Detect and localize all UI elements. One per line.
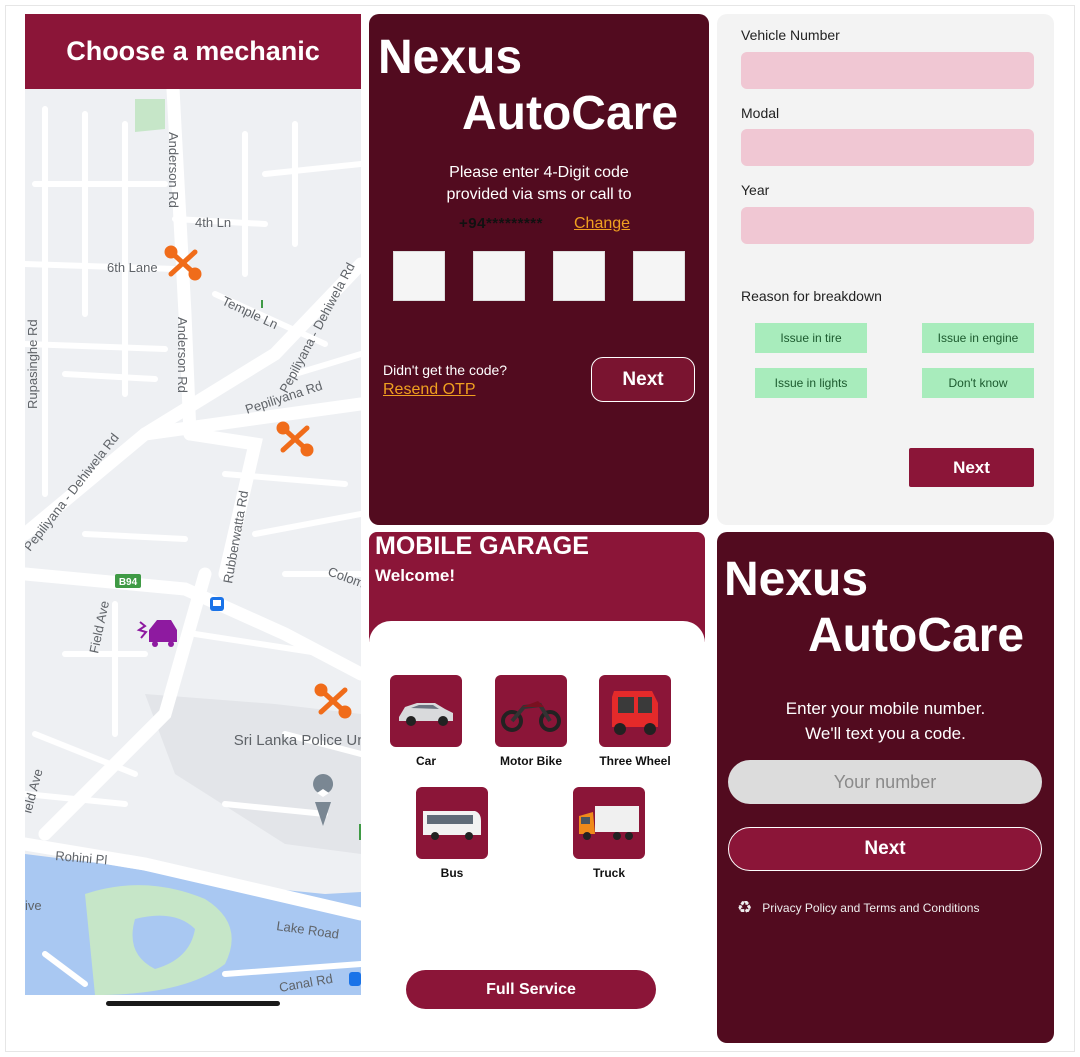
street-label: Rupasinghe Rd (25, 319, 40, 409)
street-label: 4th Ln (195, 215, 231, 230)
otp-digit-4[interactable] (633, 251, 685, 301)
motorbike-icon (501, 701, 561, 732)
privacy-text: Privacy Policy and Terms and Conditions (762, 901, 980, 915)
brand-name-line1: Nexus (724, 553, 869, 606)
otp-digit-1[interactable] (393, 251, 445, 301)
vehicle-tile-three-wheel[interactable] (599, 675, 671, 747)
welcome-text: Welcome! (375, 566, 455, 585)
truck-icon (579, 806, 639, 840)
full-service-button[interactable]: Full Service (406, 970, 656, 1009)
year-input[interactable] (741, 207, 1034, 244)
form-next-button[interactable]: Next (909, 448, 1034, 487)
reason-chip-tire[interactable]: Issue in tire (755, 323, 867, 353)
street-label: Anderson Rd (175, 317, 190, 393)
change-number-link[interactable]: Change (574, 215, 630, 233)
map-view[interactable]: Anderson Rd 4th Ln 6th Lane Temple Ln Pe… (25, 14, 361, 995)
otp-digit-3[interactable] (553, 251, 605, 301)
otp-digit-2[interactable] (473, 251, 525, 301)
vehicle-label-truck: Truck (592, 866, 625, 880)
poi-police-university[interactable]: Sri Lanka Police University (234, 732, 361, 749)
street-label: 6th Lane (107, 260, 158, 275)
garage-title: MOBILE GARAGE (375, 532, 589, 560)
login-instructions: Enter your mobile number. We'll text you… (785, 699, 986, 743)
login-screen: Nexus AutoCare Enter your mobile number.… (717, 532, 1054, 1043)
three-wheel-icon (612, 691, 658, 735)
vehicle-tile-motorbike[interactable] (495, 675, 567, 747)
masked-phone: +94********* (459, 215, 543, 232)
vehicle-label-motorbike: Motor Bike (499, 754, 562, 768)
vehicle-number-input[interactable] (741, 52, 1034, 89)
otp-instructions: Please enter 4-Digit code provided via s… (446, 164, 632, 203)
reason-label: Reason for breakdown (741, 288, 882, 304)
vehicle-form-screen: Vehicle Number Modal Year Reason for bre… (717, 14, 1054, 525)
model-input[interactable] (741, 129, 1034, 166)
map-header: Choose a mechanic (25, 14, 361, 89)
page-title: Choose a mechanic (66, 36, 320, 66)
car-icon (399, 703, 453, 726)
brand-name-line2: AutoCare (462, 87, 679, 140)
street-label: Anderson Rd (166, 132, 181, 208)
otp-screen: Nexus AutoCare Please enter 4-Digit code… (369, 14, 709, 525)
vehicle-label-bus: Bus (440, 866, 464, 880)
vehicle-number-label: Vehicle Number (741, 27, 840, 43)
phone-number-input[interactable] (728, 760, 1042, 804)
otp-next-button[interactable]: Next (591, 357, 695, 402)
garage-body: Car Motor Bike Three Wheel Bus Truck (369, 621, 705, 1025)
map-screen: Anderson Rd 4th Ln 6th Lane Temple Ln Pe… (25, 14, 361, 995)
brand-name-line2: AutoCare (808, 609, 1025, 662)
svg-text:B94: B94 (119, 577, 138, 588)
bus-stop-icon[interactable] (210, 597, 224, 611)
bus-icon (423, 811, 481, 840)
mobile-garage-screen: MOBILE GARAGE Welcome! Car Motor Bike Th… (369, 532, 705, 1025)
vehicle-label-car: Car (415, 754, 436, 768)
year-label: Year (741, 182, 770, 198)
vehicle-label-three-wheel: Three Wheel (599, 754, 671, 768)
vehicle-tile-truck[interactable] (573, 787, 645, 859)
recycle-icon: ♻ (737, 898, 753, 917)
reason-chip-engine[interactable]: Issue in engine (922, 323, 1034, 353)
model-label: Modal (741, 105, 780, 121)
privacy-link[interactable]: ♻ Privacy Policy and Terms and Condition… (737, 898, 979, 918)
route-badge: B94 (115, 574, 141, 588)
home-indicator[interactable] (106, 1001, 280, 1006)
vehicle-tile-car[interactable] (390, 675, 462, 747)
reason-chip-lights[interactable]: Issue in lights (755, 368, 867, 398)
reason-chip-dont-know[interactable]: Don't know (922, 368, 1034, 398)
didnt-get-code-text: Didn't get the code? (383, 362, 508, 378)
vehicle-tile-bus[interactable] (416, 787, 488, 859)
svg-text:Sri Lanka Police University: Sri Lanka Police University (234, 732, 361, 749)
street-label: ive (25, 898, 42, 913)
resend-otp-link[interactable]: Resend OTP (383, 381, 475, 399)
bus-stop-icon[interactable] (349, 972, 361, 986)
brand-name-line1: Nexus (378, 31, 523, 84)
login-next-button[interactable]: Next (728, 827, 1042, 871)
